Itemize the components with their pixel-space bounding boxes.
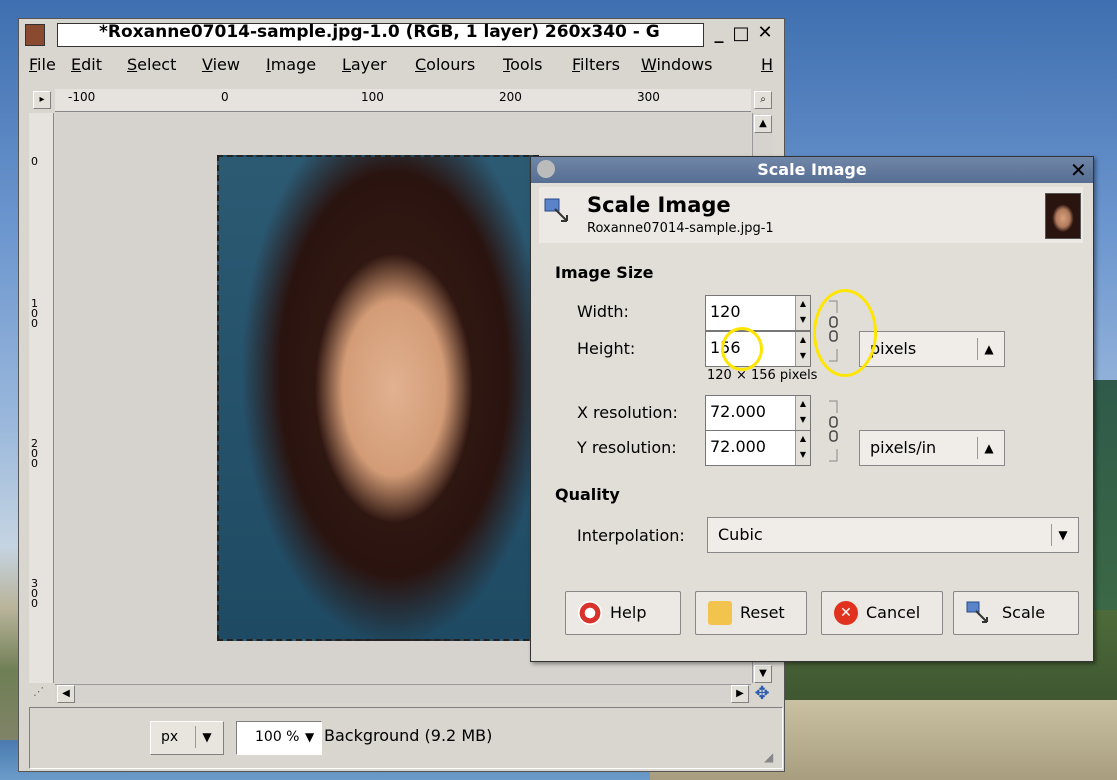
updown-icon[interactable]: ▲	[977, 338, 1000, 360]
menubar: File Edit Select View Image Layer Colour…	[19, 51, 784, 79]
chevron-down-icon[interactable]: ▼	[195, 726, 218, 748]
unit-selector[interactable]: px ▼	[150, 721, 224, 755]
cancel-icon: ✕	[834, 601, 858, 625]
ruler-label: 0	[221, 90, 229, 104]
unit-value: px	[161, 729, 179, 745]
dialog-title: Scale Image	[757, 160, 867, 179]
app-icon[interactable]	[25, 24, 45, 46]
zoom-value: 100 %	[255, 729, 300, 745]
scroll-down-icon[interactable]: ▼	[754, 665, 772, 683]
ruler-label: -100	[68, 90, 96, 104]
chain-link-icon[interactable]	[827, 399, 841, 463]
minimize-icon[interactable]: _	[709, 23, 729, 45]
resolution-unit-selector[interactable]: pixels/in ▲	[859, 430, 1005, 466]
horizontal-scrollbar[interactable]: ◀ ▶	[55, 684, 751, 703]
window-title: *Roxanne07014-sample.jpg-1.0 (RGB, 1 lay…	[99, 22, 660, 42]
reset-button-label: Reset	[740, 603, 785, 622]
updown-icon[interactable]: ▲	[977, 437, 1000, 459]
menu-tools[interactable]: Tools	[503, 55, 542, 74]
menu-view[interactable]: View	[202, 55, 240, 74]
dialog-heading: Scale Image	[587, 193, 731, 217]
x-resolution-label: X resolution:	[577, 403, 678, 422]
status-text: Background (9.2 MB)	[324, 726, 493, 745]
height-stepper[interactable]: ▲ ▼	[795, 332, 810, 366]
resize-grip-icon[interactable]: ◢	[764, 750, 773, 764]
x-resolution-stepper[interactable]: ▲ ▼	[795, 396, 810, 430]
width-value: 120	[710, 302, 741, 321]
scroll-right-icon[interactable]: ▶	[731, 685, 749, 703]
statusbar: px ▼ 100 % ▼ Background (9.2 MB) ◢	[29, 707, 783, 769]
scale-image-icon	[543, 197, 571, 225]
width-stepper[interactable]: ▲ ▼	[795, 296, 810, 330]
width-field[interactable]: 120 ▲ ▼	[705, 295, 811, 331]
size-unit-value: pixels	[870, 339, 917, 358]
menu-layer[interactable]: Layer	[342, 55, 387, 74]
scale-button-label: Scale	[1002, 603, 1046, 622]
scroll-left-icon[interactable]: ◀	[57, 685, 75, 703]
menu-edit[interactable]: Edit	[71, 55, 102, 74]
menu-windows[interactable]: Windows	[641, 55, 712, 74]
menu-file[interactable]: File	[29, 55, 56, 74]
annotation-circle	[813, 289, 877, 377]
close-icon[interactable]: ✕	[1070, 158, 1087, 182]
x-resolution-field[interactable]: 72.000 ▲ ▼	[705, 395, 811, 431]
ruler-label: 300	[31, 577, 38, 610]
scroll-up-icon[interactable]: ▲	[754, 115, 772, 133]
ruler-label: 0	[31, 155, 38, 168]
vertical-ruler[interactable]: 0 100 200 300	[29, 113, 54, 683]
menu-filters[interactable]: Filters	[572, 55, 620, 74]
reset-button[interactable]: Reset	[695, 591, 807, 635]
navigate-icon[interactable]: ✥	[752, 683, 772, 704]
interpolation-selector[interactable]: Cubic ▼	[707, 517, 1079, 553]
quality-heading: Quality	[555, 485, 620, 504]
horizontal-ruler[interactable]: -100 0 100 200 300	[55, 89, 751, 112]
ruler-label: 100	[361, 90, 384, 104]
menu-select[interactable]: Select	[127, 55, 176, 74]
reset-icon	[708, 601, 732, 625]
portrait-image[interactable]	[217, 155, 539, 641]
height-label: Height:	[577, 339, 636, 358]
help-button-label: Help	[610, 603, 647, 622]
zoom-toggle-icon[interactable]: ⌕	[754, 91, 772, 109]
image-size-heading: Image Size	[555, 263, 654, 282]
ruler-label: 200	[31, 437, 38, 470]
y-resolution-label: Y resolution:	[577, 438, 677, 457]
help-button[interactable]: Help	[565, 591, 681, 635]
interpolation-label: Interpolation:	[577, 526, 685, 545]
menu-help[interactable]: H	[761, 55, 773, 74]
close-icon[interactable]: ✕	[755, 22, 775, 44]
interpolation-value: Cubic	[718, 525, 763, 544]
cancel-button[interactable]: ✕ Cancel	[821, 591, 943, 635]
help-icon	[578, 601, 602, 625]
ruler-label: 300	[637, 90, 660, 104]
maximize-icon[interactable]: □	[731, 23, 751, 45]
image-thumbnail	[1045, 193, 1081, 239]
y-resolution-field[interactable]: 72.000 ▲ ▼	[705, 430, 811, 466]
annotation-circle	[721, 327, 763, 371]
zoom-selector[interactable]: 100 % ▼	[236, 721, 322, 755]
quick-mask-icon[interactable]: ▸	[33, 91, 51, 109]
scale-image-dialog: Scale Image ✕ Scale Image Roxanne07014-s…	[530, 156, 1094, 662]
scale-button[interactable]: Scale	[953, 591, 1079, 635]
dialog-titlebar[interactable]: Scale Image ✕	[531, 157, 1093, 183]
scale-image-icon	[966, 601, 990, 625]
width-label: Width:	[577, 302, 629, 321]
dialog-subtitle: Roxanne07014-sample.jpg-1	[587, 221, 774, 236]
menu-colours[interactable]: Colours	[415, 55, 475, 74]
menu-image[interactable]: Image	[266, 55, 316, 74]
size-unit-selector[interactable]: pixels ▲	[859, 331, 1005, 367]
ruler-label: 100	[31, 297, 38, 330]
chevron-down-icon[interactable]: ▼	[305, 730, 314, 744]
y-resolution-value: 72.000	[710, 437, 766, 456]
resolution-unit-value: pixels/in	[870, 438, 937, 457]
x-resolution-value: 72.000	[710, 402, 766, 421]
ruler-label: 200	[499, 90, 522, 104]
chevron-down-icon[interactable]: ▼	[1051, 524, 1074, 546]
image-window-titlebar[interactable]: *Roxanne07014-sample.jpg-1.0 (RGB, 1 lay…	[19, 19, 784, 49]
dialog-header: Scale Image Roxanne07014-sample.jpg-1	[539, 187, 1083, 243]
nav-corner-icon[interactable]: ⋰	[33, 685, 49, 701]
y-resolution-stepper[interactable]: ▲ ▼	[795, 431, 810, 465]
size-summary: 120 × 156 pixels	[707, 368, 818, 383]
cancel-button-label: Cancel	[866, 603, 921, 622]
